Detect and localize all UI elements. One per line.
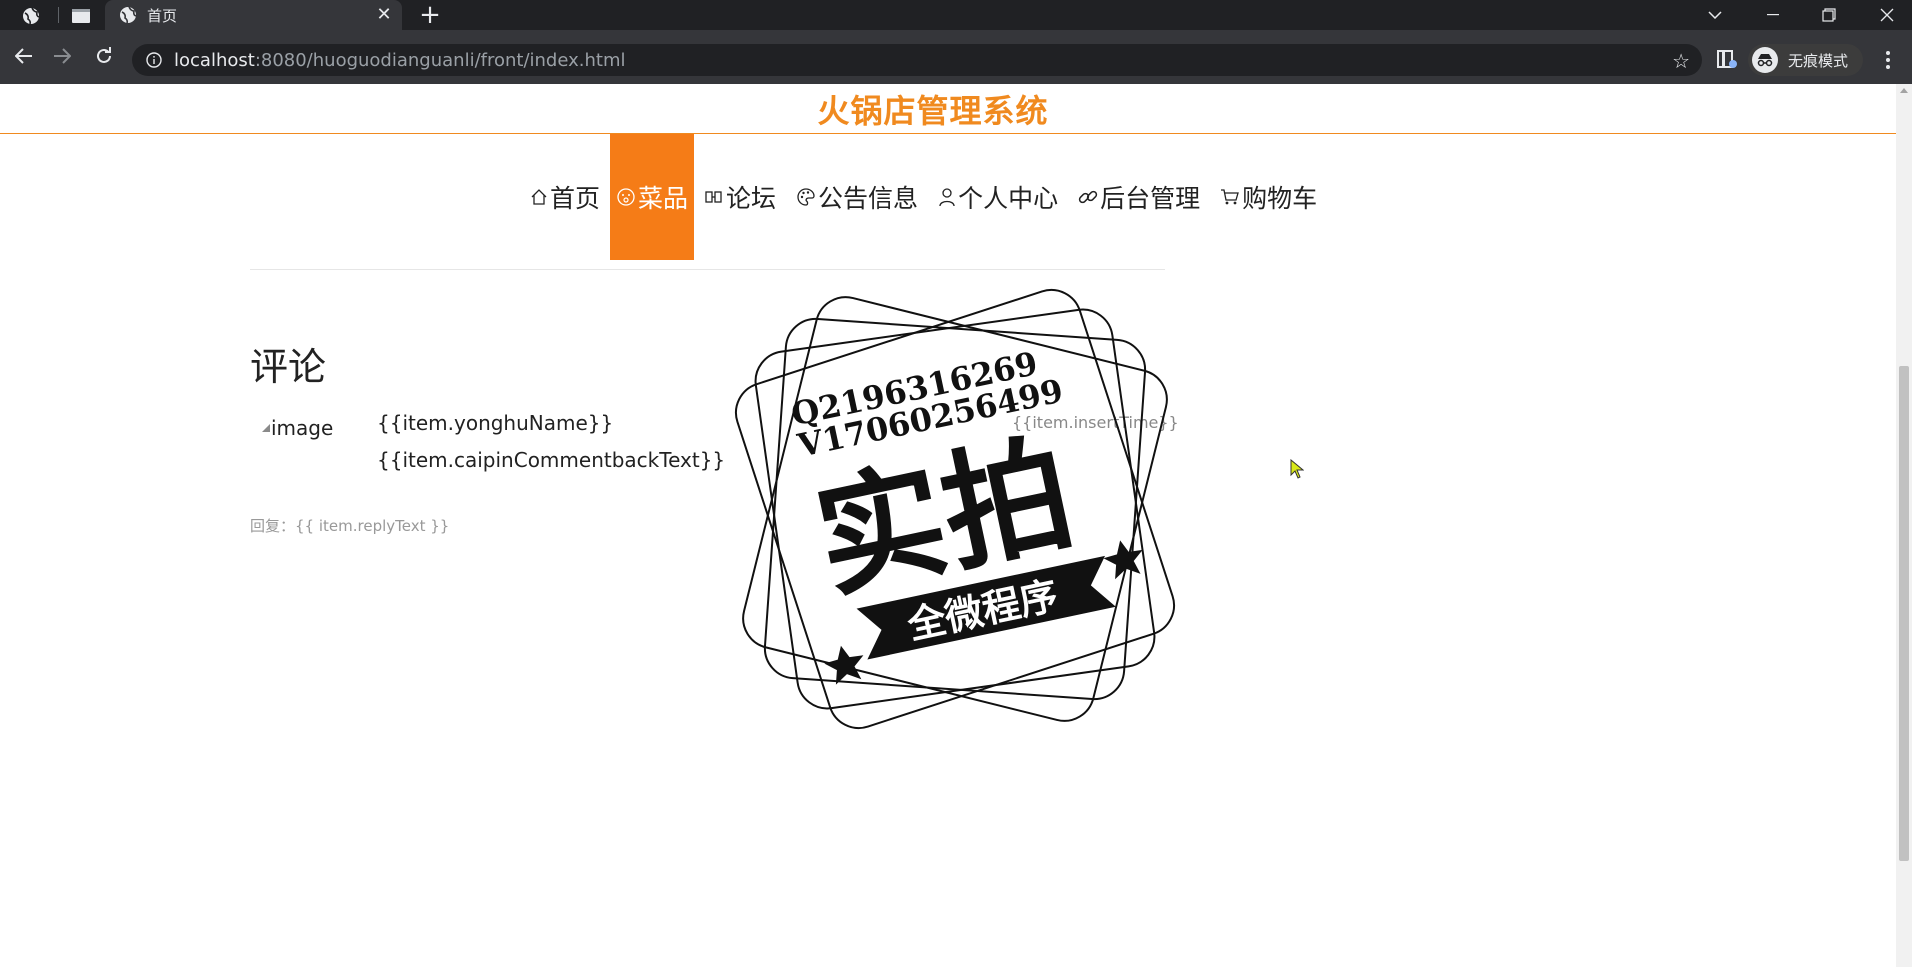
comment-user-name: {{item.yonghuName}} bbox=[377, 411, 614, 435]
url-text[interactable]: localhost:8080/huoguodianguanli/front/in… bbox=[174, 50, 625, 71]
page-scrollbar[interactable] bbox=[1896, 84, 1912, 967]
url-host: localhost bbox=[174, 50, 255, 71]
palette-icon bbox=[797, 188, 815, 206]
window-icon[interactable] bbox=[66, 4, 96, 28]
incognito-label: 无痕模式 bbox=[1788, 51, 1849, 70]
nav-item-home[interactable]: 首页 bbox=[520, 134, 610, 260]
nav-item-forum[interactable]: 论坛 bbox=[694, 134, 786, 260]
address-bar[interactable]: localhost:8080/huoguodianguanli/front/in… bbox=[132, 44, 1702, 76]
minimize-button[interactable] bbox=[1748, 0, 1798, 30]
nav-item-label: 购物车 bbox=[1242, 184, 1318, 213]
comment-text: {{item.caipinCommentbackText}} bbox=[377, 448, 726, 472]
link-icon bbox=[1078, 190, 1098, 204]
close-window-button[interactable] bbox=[1862, 0, 1912, 30]
comment-avatar-image: image bbox=[262, 416, 333, 440]
back-button[interactable] bbox=[8, 40, 40, 72]
user-icon bbox=[939, 188, 955, 207]
close-icon[interactable]: ✕ bbox=[374, 5, 394, 25]
info-icon[interactable] bbox=[146, 52, 162, 68]
forward-button[interactable] bbox=[46, 40, 78, 72]
url-path: :8080/huoguodianguanli/front/index.html bbox=[254, 50, 626, 71]
nav-item-personal-center[interactable]: 个人中心 bbox=[928, 134, 1068, 260]
tab-separator bbox=[58, 7, 59, 23]
tab-home[interactable]: 首页 ✕ bbox=[105, 0, 402, 30]
nav-item-label: 公告信息 bbox=[818, 184, 919, 213]
globe-icon bbox=[120, 6, 137, 24]
browser-tabstrip: 首页 ✕ + bbox=[0, 0, 1912, 30]
home-icon bbox=[531, 189, 547, 205]
cart-icon bbox=[1221, 189, 1239, 205]
new-tab-button[interactable]: + bbox=[416, 2, 444, 28]
globe-icon[interactable] bbox=[16, 4, 46, 28]
comment-reply: 回复：{{ item.replyText }} bbox=[250, 517, 450, 535]
comments-heading: 评论 bbox=[250, 345, 327, 389]
nav-item-dishes[interactable]: 菜品 bbox=[610, 134, 695, 260]
restore-button[interactable] bbox=[1804, 0, 1854, 30]
nav-item-label: 菜品 bbox=[638, 184, 689, 213]
nav-item-label: 个人中心 bbox=[958, 184, 1059, 213]
scrollbar-thumb[interactable] bbox=[1899, 366, 1909, 861]
watermark-stamp: Q2196316269 V17060256499 实拍 全微程序 bbox=[734, 288, 1176, 730]
site-header: 火锅店管理系统 bbox=[0, 84, 1896, 134]
main-navbar: 首页 菜品 论坛 公告信息 个人中心 后台管理 购物车 bbox=[520, 134, 1327, 260]
nav-item-label: 首页 bbox=[550, 184, 601, 213]
browser-menu-icon[interactable] bbox=[1876, 46, 1900, 74]
nav-item-label: 论坛 bbox=[726, 184, 777, 213]
browser-toolbar: localhost:8080/huoguodianguanli/front/in… bbox=[0, 30, 1912, 84]
nav-item-label: 后台管理 bbox=[1100, 184, 1201, 213]
nav-item-admin[interactable]: 后台管理 bbox=[1068, 134, 1210, 260]
tab-title: 首页 bbox=[147, 6, 178, 25]
site-title: 火锅店管理系统 bbox=[817, 92, 1049, 130]
nav-item-announcements[interactable]: 公告信息 bbox=[786, 134, 928, 260]
star-icon bbox=[824, 645, 864, 685]
nav-item-cart[interactable]: 购物车 bbox=[1210, 134, 1327, 260]
smile-icon bbox=[617, 188, 635, 206]
scroll-up-arrow-icon[interactable] bbox=[1900, 88, 1908, 93]
incognito-badge[interactable]: 无痕模式 bbox=[1748, 44, 1863, 76]
mouse-cursor-icon bbox=[1290, 459, 1304, 479]
reading-list-icon[interactable] bbox=[1716, 48, 1738, 70]
incognito-icon bbox=[1752, 47, 1778, 73]
broken-image-icon bbox=[262, 424, 270, 432]
section-divider bbox=[250, 269, 1165, 270]
image-alt-text: image bbox=[271, 416, 334, 440]
reload-button[interactable] bbox=[88, 40, 120, 72]
page-viewport: 火锅店管理系统 首页 菜品 论坛 公告信息 个人中心 后台管理 购物车 评论 i… bbox=[0, 84, 1912, 967]
star-icon[interactable]: ☆ bbox=[1672, 49, 1690, 73]
forum-icon bbox=[705, 191, 722, 203]
tab-search-chevron-down-icon[interactable] bbox=[1690, 0, 1740, 30]
